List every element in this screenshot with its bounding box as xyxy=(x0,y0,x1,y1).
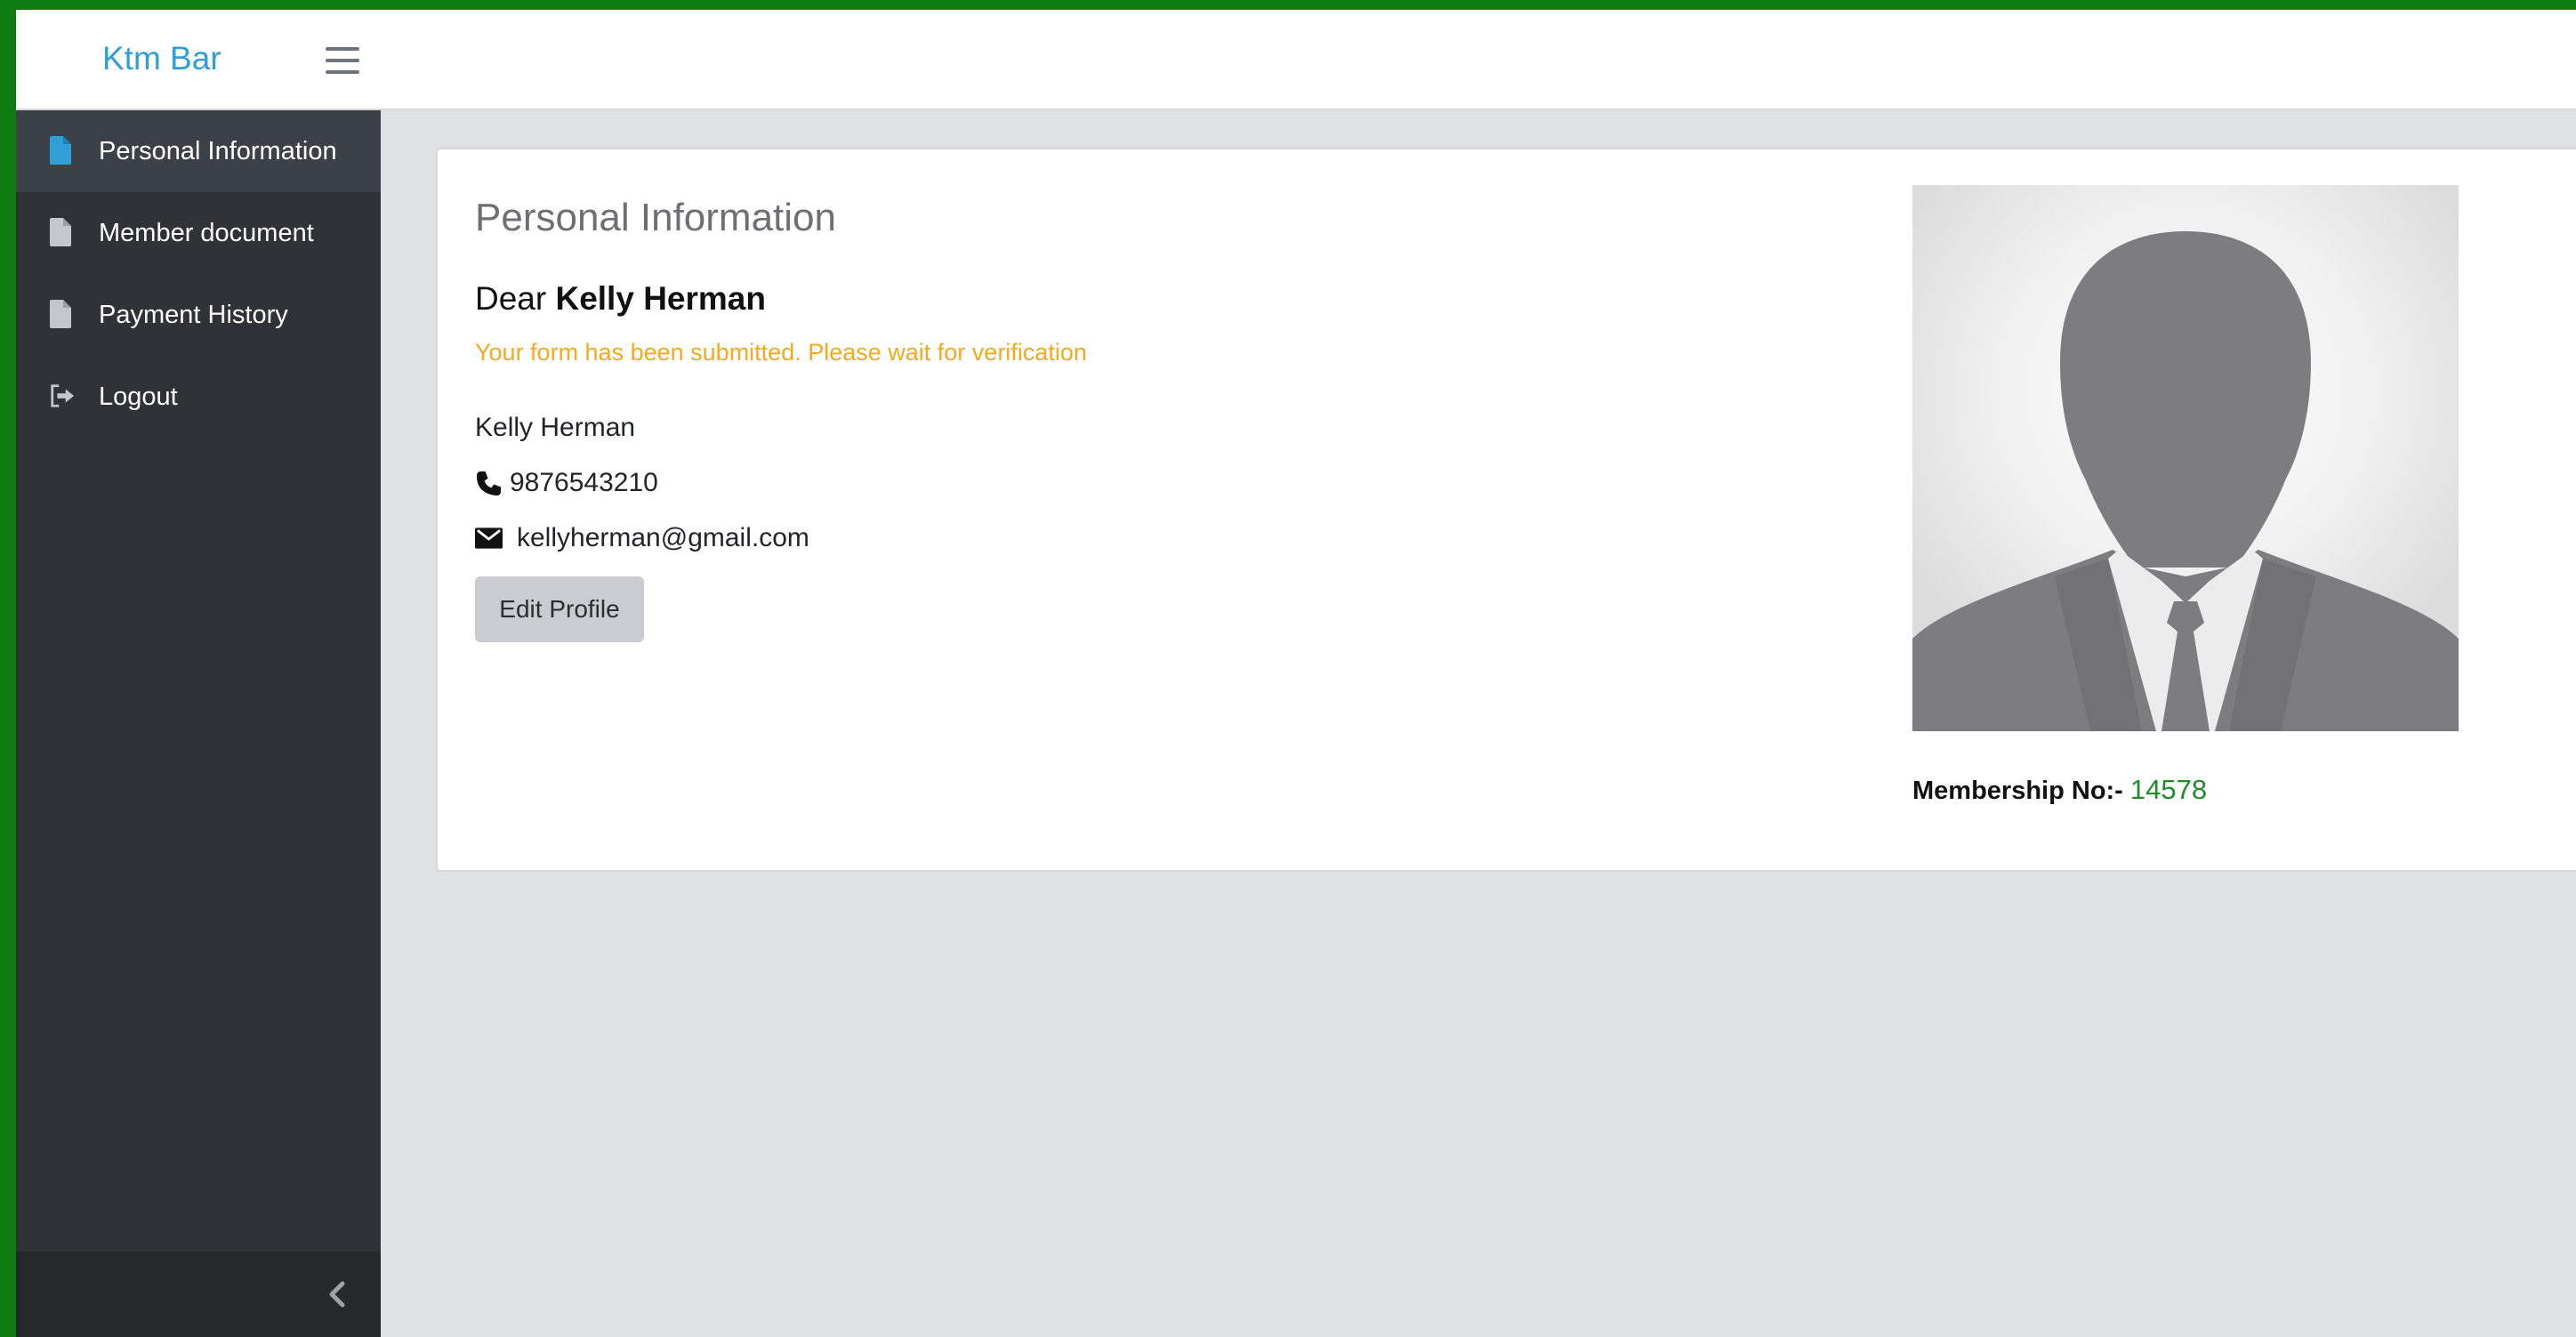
sidebar-item-label: Personal Information xyxy=(99,137,337,165)
document-icon xyxy=(50,300,71,328)
membership-number: Membership No:- 14578 xyxy=(1912,772,2207,809)
sidebar-item-payment-history[interactable]: Payment History xyxy=(16,274,381,356)
greeting: Dear Kelly Herman xyxy=(475,277,766,321)
menu-toggle-icon[interactable] xyxy=(326,47,359,74)
app-window: Ktm Bar Personal Information Member docu… xyxy=(16,10,2576,1337)
phone-number: 9876543210 xyxy=(510,468,658,497)
phone-icon xyxy=(476,471,502,495)
sidebar-footer xyxy=(16,1252,381,1337)
email-address: kellyherman@gmail.com xyxy=(517,523,809,552)
sign-out-icon xyxy=(51,384,75,407)
card-title: Personal Information xyxy=(475,196,836,239)
avatar-placeholder-icon xyxy=(1912,185,2459,731)
greeting-prefix: Dear xyxy=(475,280,547,317)
sidebar-item-member-document[interactable]: Member document xyxy=(16,192,381,274)
envelope-icon xyxy=(475,528,503,549)
member-name: Kelly Herman xyxy=(475,413,636,442)
sidebar-item-label: Payment History xyxy=(99,301,288,329)
brand-link[interactable]: Ktm Bar xyxy=(102,36,221,81)
sidebar-item-label: Member document xyxy=(99,219,314,247)
membership-value: 14578 xyxy=(2129,774,2208,805)
greeting-name: Kelly Herman xyxy=(555,280,766,317)
personal-information-card: Personal Information Dear Kelly Herman Y… xyxy=(436,148,2576,872)
sidebar-item-logout[interactable]: Logout xyxy=(16,356,381,438)
edit-profile-button[interactable]: Edit Profile xyxy=(475,576,644,642)
profile-photo xyxy=(1912,185,2459,731)
document-icon xyxy=(50,136,71,165)
sidebar-item-label: Logout xyxy=(99,383,178,411)
phone-row: 9876543210 xyxy=(475,465,658,501)
verification-notice: Your form has been submitted. Please wai… xyxy=(475,339,1087,366)
membership-label: Membership No:- xyxy=(1912,777,2123,805)
document-icon xyxy=(50,218,71,246)
sidebar: Personal Information Member document Pay… xyxy=(16,110,381,1337)
sidebar-item-personal-information[interactable]: Personal Information xyxy=(16,110,381,192)
email-row: kellyherman@gmail.com xyxy=(475,520,809,556)
top-navbar: Ktm Bar xyxy=(16,10,2576,110)
chevron-left-icon[interactable] xyxy=(322,1278,354,1310)
